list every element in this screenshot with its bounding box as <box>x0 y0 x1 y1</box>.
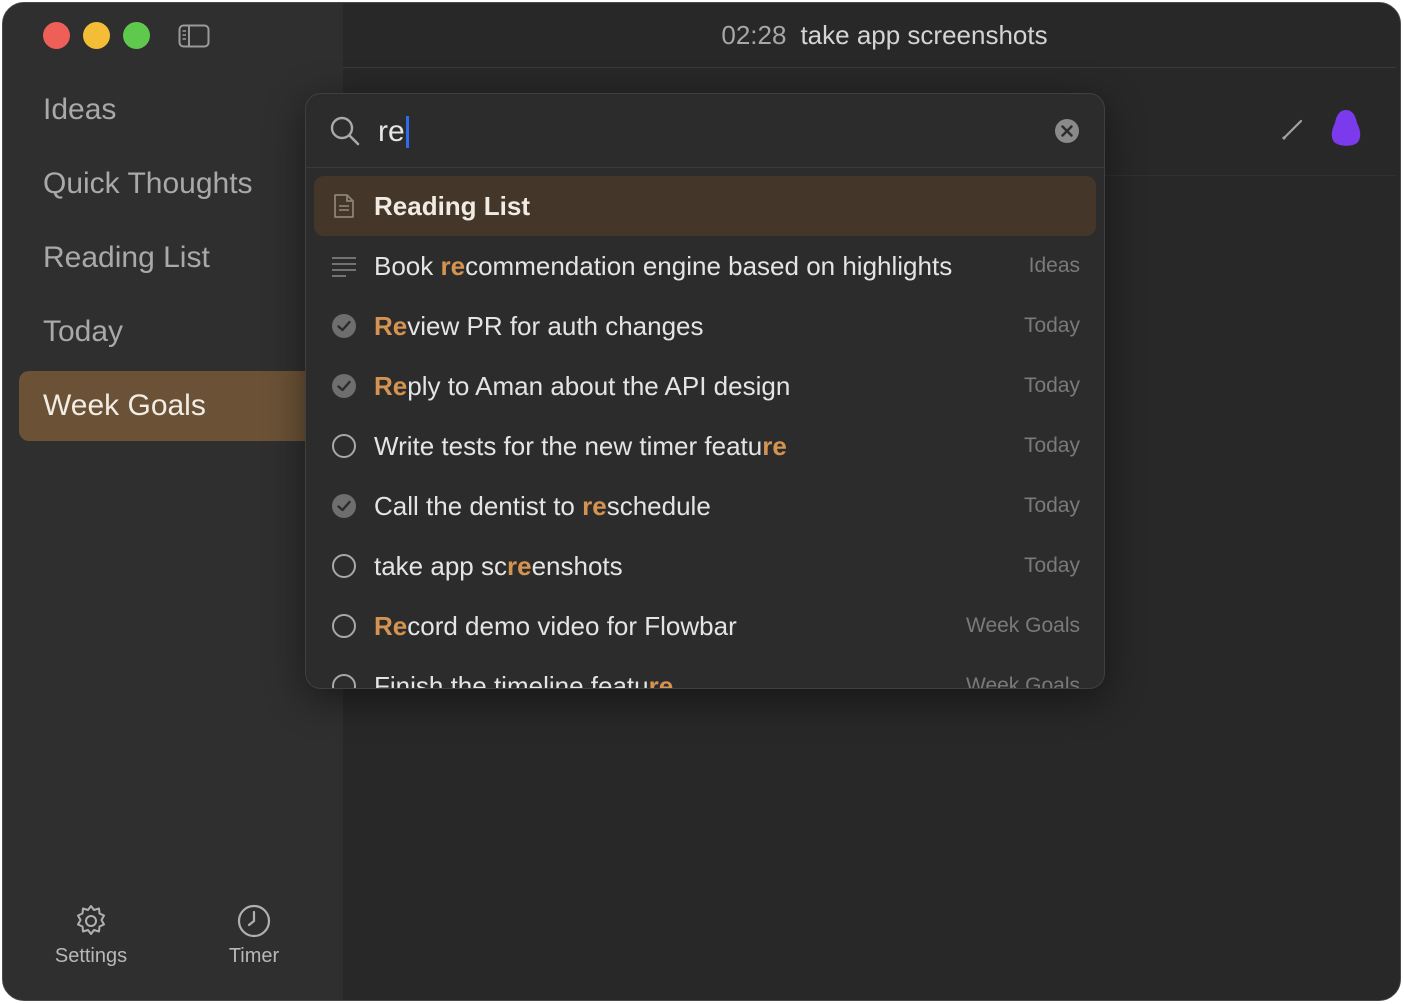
sidebar-toggle-icon[interactable] <box>178 24 210 48</box>
document-icon <box>330 192 358 220</box>
checked-circle-icon <box>330 372 358 400</box>
result-list-name: Ideas <box>1028 254 1080 277</box>
settings-label: Settings <box>54 945 128 967</box>
search-icon <box>330 116 360 146</box>
result-title: Book recommendation engine based on high… <box>374 250 953 281</box>
avatar-icon[interactable] <box>1331 109 1361 147</box>
match-highlight: re <box>506 550 532 581</box>
clock-icon <box>237 904 271 938</box>
sidebar-item-week-goals[interactable]: Week Goals <box>19 371 319 441</box>
empty-circle-icon <box>330 432 358 460</box>
search-result-row[interactable]: Write tests for the new timer feature Tod… <box>314 416 1096 476</box>
command-palette: re Reading List Book recommendation engin… <box>305 93 1105 689</box>
close-window-button[interactable] <box>43 22 70 49</box>
sidebar-item-reading-list[interactable]: Reading List <box>19 223 319 293</box>
match-highlight: Re <box>374 370 408 401</box>
result-title: Finish the timeline feature <box>374 670 966 689</box>
text-caret <box>405 116 409 148</box>
sidebar-item-quick-thoughts[interactable]: Quick Thoughts <box>19 149 319 219</box>
search-query: re <box>378 115 405 148</box>
result-list-name: Today <box>1023 314 1080 337</box>
empty-circle-icon <box>330 612 358 640</box>
gear-icon <box>77 905 105 935</box>
result-title: Record demo video for Flowbar <box>374 610 737 641</box>
result-list-name: Week Goals <box>966 614 1080 637</box>
match-highlight: re <box>582 490 607 521</box>
empty-circle-icon <box>330 552 358 580</box>
minimize-window-button[interactable] <box>83 22 110 49</box>
search-result-row[interactable]: Review PR for auth changes Today <box>314 296 1096 356</box>
search-results: Reading List Book recommendation engine b… <box>306 176 1104 689</box>
search-result-row[interactable]: Reading List <box>314 176 1096 236</box>
result-list-name: Today <box>1023 494 1080 517</box>
current-task-title: take app screenshots <box>800 19 1048 50</box>
pencil-icon[interactable] <box>1280 116 1306 142</box>
search-result-row[interactable]: Record demo video for Flowbar Week Goals <box>314 596 1096 656</box>
search-result-row[interactable]: Finish the timeline feature Week Goals <box>314 656 1096 689</box>
result-title: Write tests for the new timer feature <box>374 430 787 461</box>
checked-circle-icon <box>330 492 358 520</box>
result-title: take app screenshots <box>374 550 623 581</box>
search-input[interactable]: re <box>378 112 978 152</box>
result-title: Reply to Aman about the API design <box>374 370 791 401</box>
window-title: 02:28 take app screenshots <box>343 3 1396 68</box>
match-highlight: re <box>440 250 466 281</box>
result-list-name: Today <box>1023 374 1080 397</box>
search-result-row[interactable]: take app screenshots Today <box>314 536 1096 596</box>
divider <box>1103 175 1396 176</box>
lines-icon <box>330 252 358 280</box>
timer-readout: 02:28 <box>721 19 787 50</box>
result-list-name: Week Goals <box>966 674 1080 689</box>
settings-button[interactable]: Settings <box>31 903 151 968</box>
checked-circle-icon <box>330 312 358 340</box>
sidebar-item-ideas[interactable]: Ideas <box>19 75 319 145</box>
search-result-row[interactable]: Call the dentist to reschedule Today <box>314 476 1096 536</box>
sidebar-item-today[interactable]: Today <box>19 297 319 367</box>
result-title: Reading List <box>374 190 531 221</box>
clear-search-icon[interactable] <box>1054 118 1080 144</box>
result-title: Review PR for auth changes <box>374 310 704 341</box>
match-highlight: Re <box>374 310 408 341</box>
sidebar: Ideas Quick Thoughts Reading List Today … <box>3 3 343 1000</box>
match-highlight: re <box>648 670 674 689</box>
match-highlight: re <box>762 430 787 461</box>
empty-circle-icon <box>330 672 358 688</box>
result-list-name: Today <box>1023 554 1080 577</box>
result-list-name: Today <box>1023 434 1080 457</box>
match-highlight: Re <box>374 610 408 641</box>
timer-label: Timer <box>228 945 280 967</box>
search-result-row[interactable]: Reply to Aman about the API design Today <box>314 356 1096 416</box>
search-result-row[interactable]: Book recommendation engine based on high… <box>314 236 1096 296</box>
timer-button[interactable]: Timer <box>194 903 314 968</box>
zoom-window-button[interactable] <box>123 22 150 49</box>
app-window: Ideas Quick Thoughts Reading List Today … <box>2 2 1401 1001</box>
search-bar: re <box>306 94 1104 168</box>
result-title: Call the dentist to reschedule <box>374 490 711 521</box>
